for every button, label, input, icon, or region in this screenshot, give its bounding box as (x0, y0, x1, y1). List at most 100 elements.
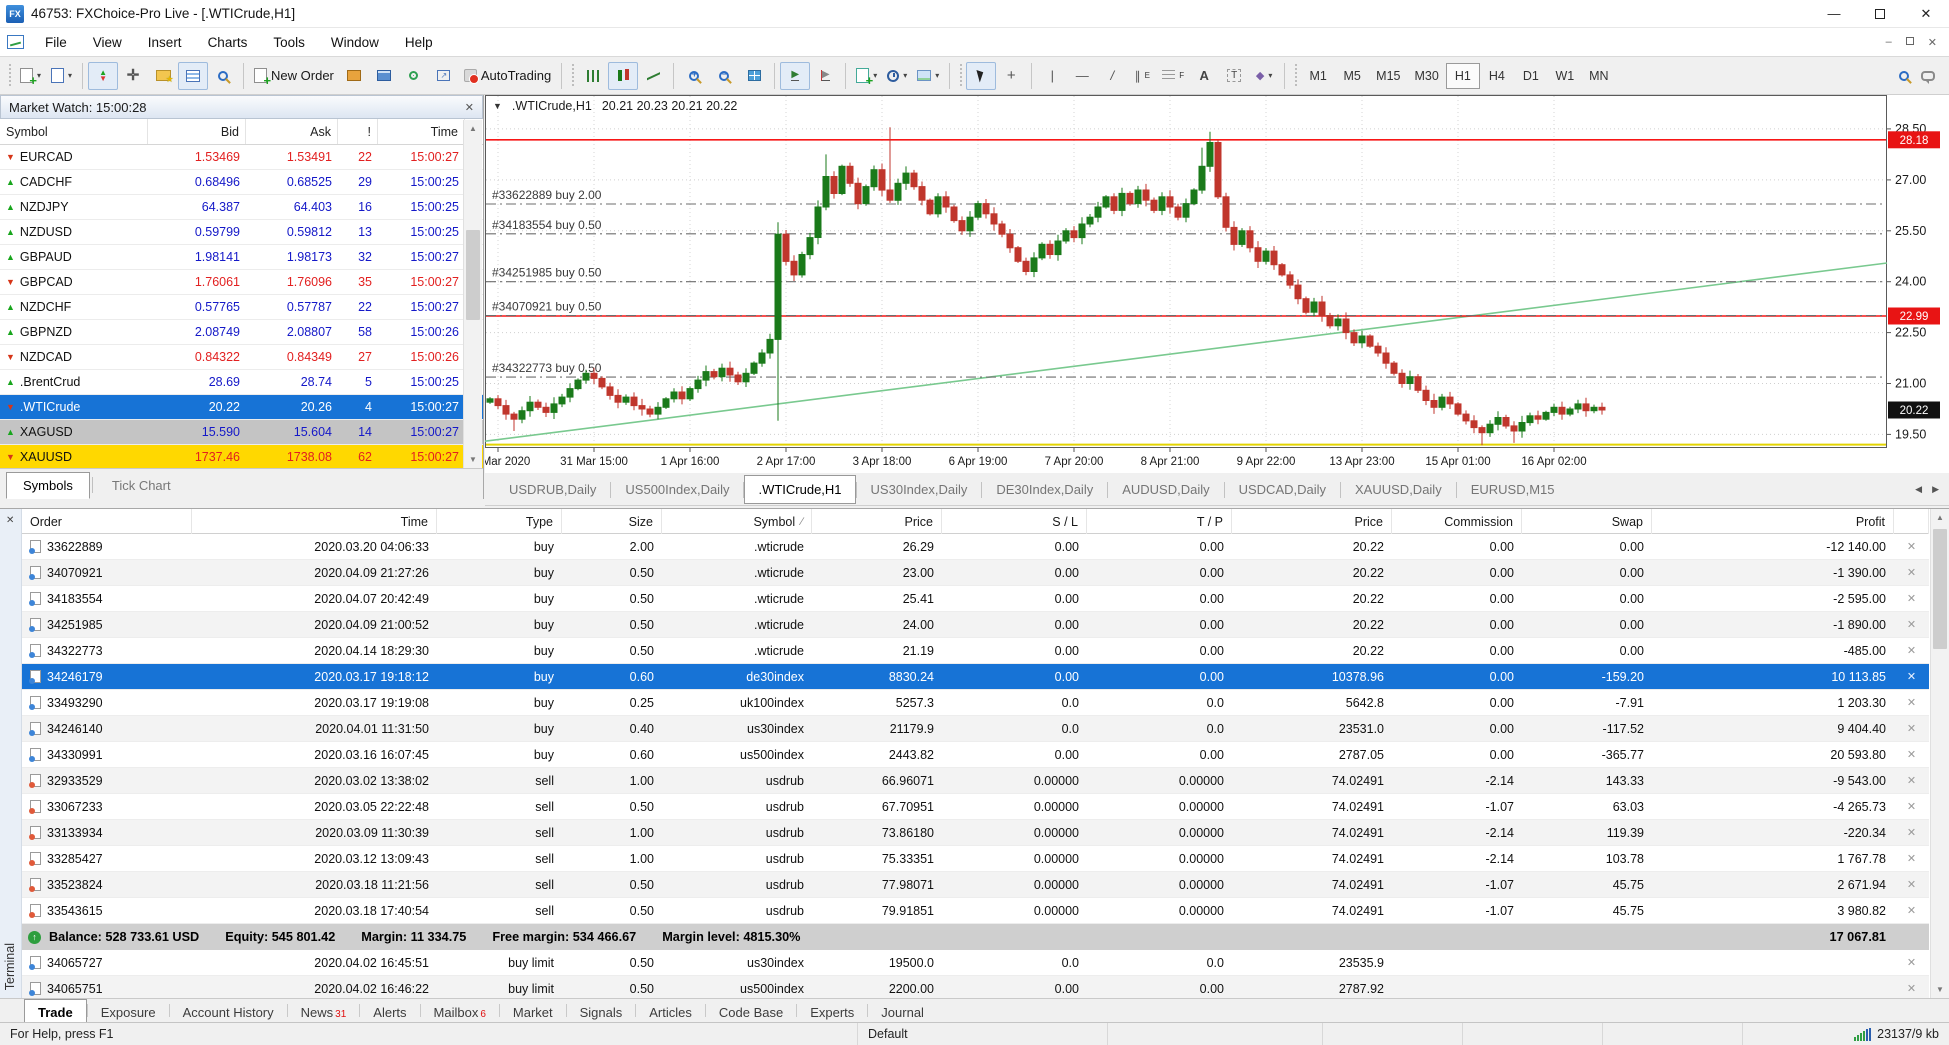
chart-tab-us500indexdaily[interactable]: US500Index,Daily (611, 475, 743, 504)
scroll-up-icon[interactable]: ▲ (1931, 509, 1949, 526)
autotrading-button[interactable]: AutoTrading (459, 62, 556, 90)
chart-tab-audusddaily[interactable]: AUDUSD,Daily (1108, 475, 1223, 504)
templates-button[interactable]: ▾ (912, 62, 944, 90)
menu-item-help[interactable]: Help (392, 31, 446, 54)
chart-tab-usdcaddaily[interactable]: USDCAD,Daily (1225, 475, 1340, 504)
close-order-icon[interactable]: ✕ (1894, 904, 1929, 917)
scrollbar-thumb[interactable] (466, 230, 480, 320)
terminal-column-header[interactable]: Symbol∕ (662, 509, 812, 534)
equidistant-channel-button[interactable]: ∥E (1127, 62, 1157, 90)
cursor-button[interactable] (966, 62, 996, 90)
menu-item-file[interactable]: File (32, 31, 80, 54)
market-watch-column-header[interactable]: ! (338, 119, 378, 144)
market-watch-row[interactable]: ▲NZDUSD0.597990.598121315:00:25 (0, 220, 483, 245)
close-order-icon[interactable]: ✕ (1894, 566, 1929, 579)
terminal-tab-news[interactable]: News31 (288, 999, 360, 1022)
market-watch-column-header[interactable]: Symbol (0, 119, 148, 144)
toolbar-grip[interactable] (570, 64, 575, 88)
market-watch-close-icon[interactable]: ✕ (465, 101, 474, 114)
market-watch-tab-symbols[interactable]: Symbols (6, 472, 90, 499)
data-window-button[interactable]: ✛ (118, 62, 148, 90)
minimize-button[interactable]: — (1811, 0, 1857, 27)
terminal-column-header[interactable]: Swap (1522, 509, 1652, 534)
order-row[interactable]: 340709212020.04.09 21:27:26buy0.50.wticr… (22, 560, 1929, 586)
close-order-icon[interactable]: ✕ (1894, 696, 1929, 709)
market-watch-row[interactable]: ▲XAGUSD15.59015.6041415:00:27 (0, 420, 483, 445)
indicators-button[interactable]: +▾ (851, 62, 882, 90)
terminal-tab-market[interactable]: Market (500, 999, 566, 1022)
mdi-restore-button[interactable] (1906, 36, 1914, 48)
market-watch-column-header[interactable]: Ask (246, 119, 338, 144)
menu-item-window[interactable]: Window (318, 31, 392, 54)
order-row[interactable]: 340657272020.04.02 16:45:51buy limit0.50… (22, 950, 1929, 976)
close-order-icon[interactable]: ✕ (1894, 644, 1929, 657)
chart-tab-usdrubdaily[interactable]: USDRUB,Daily (495, 475, 610, 504)
market-watch-tab-tick-chart[interactable]: Tick Chart (95, 472, 188, 499)
scrollbar-thumb[interactable] (1933, 529, 1947, 649)
market-watch-row[interactable]: ▼EURCAD1.534691.534912215:00:27 (0, 145, 483, 170)
market-watch-row[interactable]: ▼NZDCAD0.843220.843492715:00:26 (0, 345, 483, 370)
line-chart-button[interactable] (638, 62, 668, 90)
order-row[interactable]: 334932902020.03.17 19:19:08buy0.25uk100i… (22, 690, 1929, 716)
order-row[interactable]: 336228892020.03.20 04:06:33buy2.00.wticr… (22, 534, 1929, 560)
order-row[interactable]: 343309912020.03.16 16:07:45buy0.60us500i… (22, 742, 1929, 768)
market-watch-row[interactable]: ▲NZDCHF0.577650.577872215:00:27 (0, 295, 483, 320)
new-chart-button[interactable]: +▾ (15, 62, 46, 90)
terminal-column-header[interactable]: T / P (1087, 509, 1232, 534)
chart-tab-de30indexdaily[interactable]: DE30Index,Daily (982, 475, 1107, 504)
market-watch-row[interactable]: ▼.WTICrude20.2220.26415:00:27 (0, 395, 483, 420)
toolbar-grip[interactable] (958, 64, 963, 88)
scroll-down-icon[interactable]: ▼ (464, 451, 482, 468)
terminal-column-header[interactable]: Commission (1392, 509, 1522, 534)
terminal-tab-signals[interactable]: Signals (567, 999, 636, 1022)
timeframe-button-m1[interactable]: M1 (1301, 63, 1335, 89)
terminal-tab-mailbox[interactable]: Mailbox6 (421, 999, 499, 1022)
order-row[interactable]: 340657512020.04.02 16:46:22buy limit0.50… (22, 976, 1929, 998)
maximize-button[interactable] (1857, 0, 1903, 27)
text-button[interactable]: A (1189, 62, 1219, 90)
text-label-button[interactable]: T (1219, 62, 1249, 90)
order-row[interactable]: 341835542020.04.07 20:42:49buy0.50.wticr… (22, 586, 1929, 612)
close-order-icon[interactable]: ✕ (1894, 956, 1929, 969)
market-watch-row[interactable]: ▼XAUUSD1737.461738.086215:00:27 (0, 445, 483, 470)
terminal-tab-articles[interactable]: Articles (636, 999, 705, 1022)
trendline-button[interactable]: / (1097, 62, 1127, 90)
status-profile[interactable]: Default (858, 1023, 1108, 1045)
chart-collapse-icon[interactable]: ▼ (493, 101, 502, 111)
horizontal-line-button[interactable]: — (1067, 62, 1097, 90)
close-order-icon[interactable]: ✕ (1894, 670, 1929, 683)
chart-tab-wticrudeh1[interactable]: .WTICrude,H1 (744, 475, 855, 504)
terminal-tab-experts[interactable]: Experts (797, 999, 867, 1022)
chart-window-icon[interactable] (7, 35, 24, 49)
depth-of-market-button[interactable] (339, 62, 369, 90)
market-watch-scrollbar[interactable]: ▲ ▼ (463, 120, 482, 468)
order-row[interactable]: 342461402020.04.01 11:31:50buy0.40us30in… (22, 716, 1929, 742)
timeframe-button-d1[interactable]: D1 (1514, 63, 1548, 89)
fibonacci-button[interactable]: F (1157, 62, 1189, 90)
close-order-icon[interactable]: ✕ (1894, 800, 1929, 813)
chart-tab-eurusdm15[interactable]: EURUSD,M15 (1457, 475, 1569, 504)
close-button[interactable]: ✕ (1903, 0, 1949, 27)
close-order-icon[interactable]: ✕ (1894, 618, 1929, 631)
terminal-column-header[interactable]: Order (22, 509, 192, 534)
terminal-tab-alerts[interactable]: Alerts (360, 999, 419, 1022)
order-row[interactable]: 332854272020.03.12 13:09:43sell1.00usdru… (22, 846, 1929, 872)
close-order-icon[interactable]: ✕ (1894, 982, 1929, 995)
close-order-icon[interactable]: ✕ (1894, 774, 1929, 787)
menu-item-insert[interactable]: Insert (135, 31, 195, 54)
timeframe-button-mn[interactable]: MN (1582, 63, 1616, 89)
vertical-line-button[interactable]: | (1037, 62, 1067, 90)
zoom-out-button[interactable]: − (709, 62, 739, 90)
chat-icon[interactable] (1921, 71, 1935, 81)
scroll-right-icon[interactable]: ▶ (1932, 484, 1939, 495)
order-row[interactable]: 329335292020.03.02 13:38:02sell1.00usdru… (22, 768, 1929, 794)
price-chart[interactable]: 28.5027.0025.5024.0022.5021.0019.5030 Ma… (485, 95, 1949, 472)
scroll-left-icon[interactable]: ◀ (1915, 484, 1922, 495)
timeframe-button-h4[interactable]: H4 (1480, 63, 1514, 89)
close-order-icon[interactable]: ✕ (1894, 878, 1929, 891)
toolbar-grip[interactable] (7, 64, 12, 88)
profiles-button[interactable]: ▾ (46, 62, 77, 90)
terminal-column-header[interactable]: Time (192, 509, 437, 534)
close-order-icon[interactable]: ✕ (1894, 540, 1929, 553)
auto-scroll-button[interactable]: ▶ (780, 62, 810, 90)
